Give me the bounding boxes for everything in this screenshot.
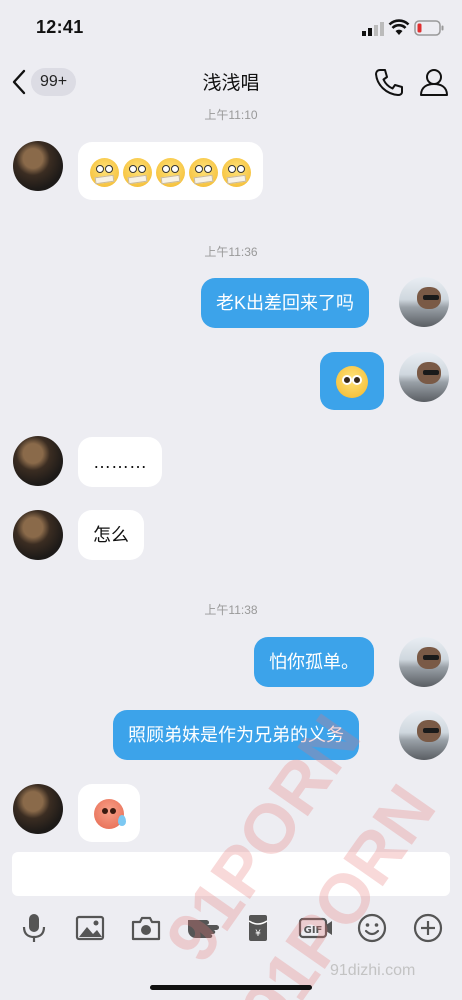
image-icon[interactable] <box>74 912 106 944</box>
shocked-taped-mouth-emoji <box>222 157 251 187</box>
contact-avatar[interactable] <box>13 141 63 191</box>
home-indicator[interactable] <box>150 985 312 990</box>
message-bubble-outgoing[interactable] <box>320 352 384 410</box>
message-timestamp: 上午11:10 <box>204 108 258 122</box>
hand-icon[interactable] <box>186 912 222 944</box>
input-toolbar: ¥ GIF <box>0 906 462 950</box>
wifi-icon <box>388 19 410 35</box>
message-bubble-outgoing[interactable]: 老K出差回来了吗 <box>201 278 370 328</box>
shocked-taped-mouth-emoji <box>156 157 185 187</box>
pleading-face-emoji <box>336 366 368 399</box>
signal-icon <box>362 22 384 36</box>
plus-icon[interactable] <box>412 912 444 944</box>
svg-text:¥: ¥ <box>255 929 261 939</box>
my-avatar[interactable] <box>399 277 449 327</box>
shocked-taped-mouth-emoji <box>90 157 119 187</box>
shocked-taped-mouth-emoji <box>189 157 218 187</box>
phone-icon[interactable] <box>372 66 406 98</box>
message-timestamp: 上午11:36 <box>204 245 258 259</box>
message-timestamp: 上午11:38 <box>204 603 258 617</box>
status-bar: 12:41 <box>0 0 462 54</box>
contact-profile-icon[interactable] <box>418 66 450 98</box>
contact-avatar[interactable] <box>13 784 63 834</box>
message-bubble-incoming[interactable] <box>78 784 140 842</box>
contact-avatar[interactable] <box>13 436 63 486</box>
my-avatar[interactable] <box>399 352 449 402</box>
sweating-red-face-emoji <box>94 799 126 830</box>
red-packet-icon[interactable]: ¥ <box>242 912 274 944</box>
shocked-taped-mouth-emoji <box>123 157 152 187</box>
my-avatar[interactable] <box>399 710 449 760</box>
smiley-icon[interactable] <box>356 912 388 944</box>
camera-icon[interactable] <box>130 912 162 944</box>
message-bubble-incoming[interactable]: 怎么 <box>78 510 144 560</box>
message-bubble-incoming[interactable]: ……… <box>78 437 162 487</box>
message-input[interactable] <box>12 852 450 896</box>
microphone-icon[interactable] <box>18 912 50 944</box>
contact-avatar[interactable] <box>13 510 63 560</box>
battery-icon <box>414 20 444 36</box>
message-bubble-outgoing[interactable]: 怕你孤单。 <box>254 637 374 687</box>
message-bubble-outgoing[interactable]: 照顾弟妹是作为兄弟的义务 <box>113 710 359 760</box>
chat-header: 99+ 浅浅唱 <box>0 54 462 110</box>
watermark-site: 91dizhi.com <box>330 962 416 979</box>
status-time: 12:41 <box>36 17 84 37</box>
my-avatar[interactable] <box>399 637 449 687</box>
message-bubble-incoming[interactable] <box>78 142 263 200</box>
gif-icon[interactable]: GIF <box>298 912 334 944</box>
svg-text:GIF: GIF <box>304 925 323 936</box>
